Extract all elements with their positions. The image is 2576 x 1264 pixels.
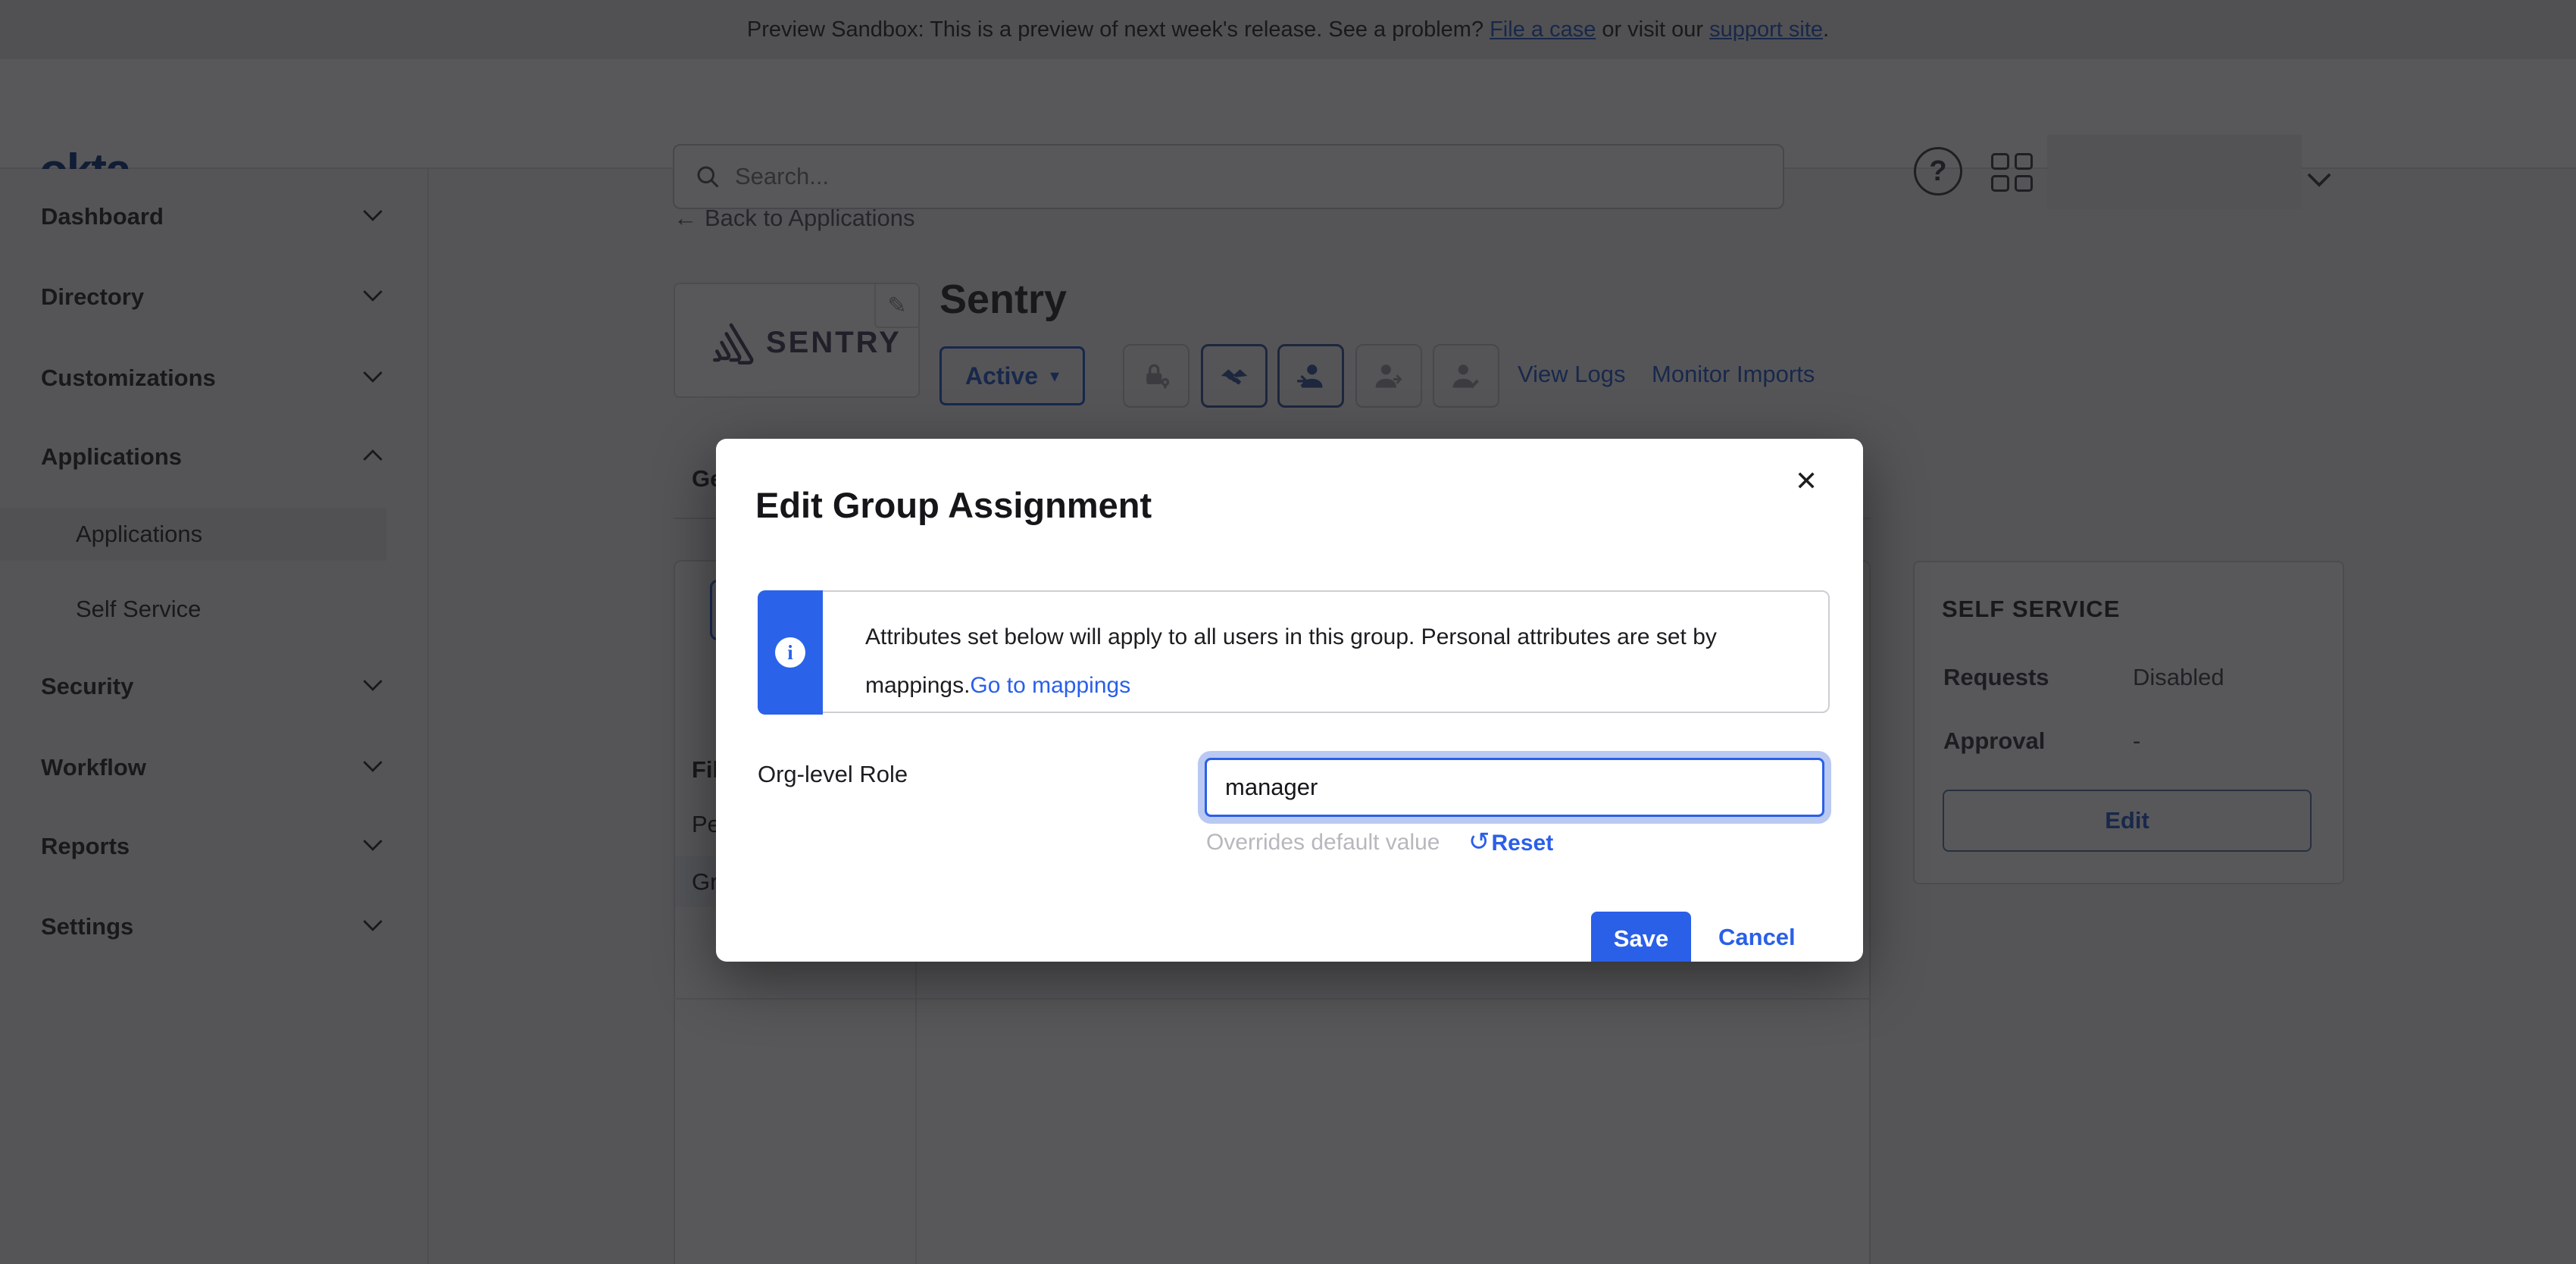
reset-link[interactable]: ↺Reset xyxy=(1468,827,1553,857)
org-level-role-input[interactable] xyxy=(1205,758,1824,817)
okta-admin-screen: Preview Sandbox: This is a preview of ne… xyxy=(0,0,2576,1264)
cancel-button[interactable]: Cancel xyxy=(1718,924,1796,951)
modal-title: Edit Group Assignment xyxy=(755,484,1152,526)
edit-group-assignment-modal: ✕ Edit Group Assignment i Attributes set… xyxy=(716,439,1863,962)
overrides-helper-text: Overrides default value xyxy=(1206,830,1440,856)
close-icon[interactable]: ✕ xyxy=(1795,468,1818,495)
info-icon: i xyxy=(775,637,805,668)
save-button[interactable]: Save xyxy=(1591,912,1691,962)
org-level-role-label: Org-level Role xyxy=(758,761,908,788)
info-callout: i Attributes set below will apply to all… xyxy=(758,590,1830,713)
info-callout-text: Attributes set below will apply to all u… xyxy=(865,613,1805,710)
go-to-mappings-link[interactable]: Go to mappings xyxy=(970,673,1130,698)
reset-icon: ↺ xyxy=(1468,828,1490,856)
info-callout-accent: i xyxy=(758,590,823,715)
